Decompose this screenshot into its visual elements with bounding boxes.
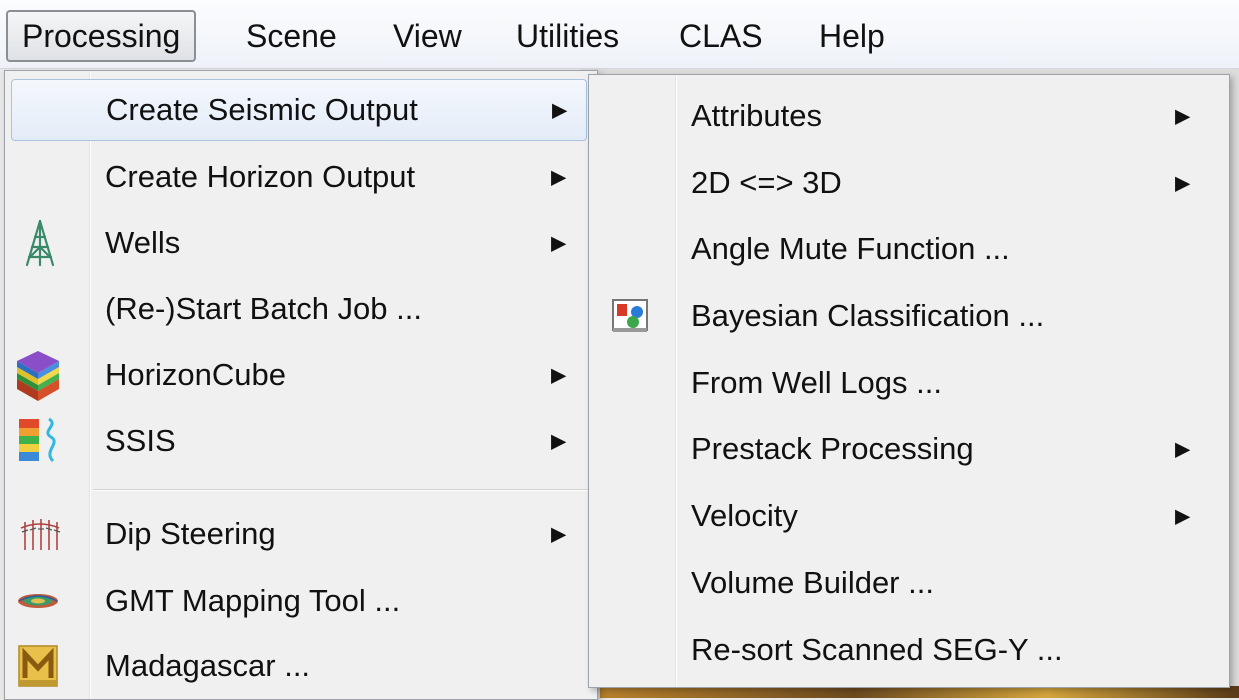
menu-item-gmt-mapping-tool[interactable]: GMT Mapping Tool ... [5,570,597,632]
menu-item-create-seismic-output[interactable]: Create Seismic Output ▶ [11,79,587,141]
menu-help[interactable]: Help [805,10,899,62]
submenu-arrow-icon: ▶ [1175,105,1191,128]
menu-separator [93,489,589,490]
submenu-item-bayesian-classification[interactable]: Bayesian Classification ... [589,285,1229,347]
submenu-arrow-icon: ▶ [551,232,567,255]
menu-item-label: Create Horizon Output [105,159,416,194]
submenu-item-from-well-logs[interactable]: From Well Logs ... [589,352,1229,414]
submenu-item-2d-3d[interactable]: 2D <=> 3D ▶ [589,152,1229,214]
menu-item-label: From Well Logs ... [691,365,942,400]
menu-item-label: Angle Mute Function ... [691,231,1010,266]
menu-item-label: 2D <=> 3D [691,165,842,200]
menu-processing[interactable]: Processing [6,10,197,62]
gmt-icon [15,575,61,627]
submenu-arrow-icon: ▶ [552,99,568,122]
well-derrick-icon [17,217,63,269]
menu-item-label: Wells [105,225,181,260]
submenu-arrow-icon: ▶ [551,166,567,189]
menu-item-label: HorizonCube [105,357,286,392]
menu-item-horizoncube[interactable]: HorizonCube ▶ [5,344,597,406]
menu-item-create-horizon-output[interactable]: Create Horizon Output ▶ [5,146,597,208]
submenu-arrow-icon: ▶ [551,430,567,453]
menu-item-label: Madagascar ... [105,648,311,683]
submenu-arrow-icon: ▶ [1175,505,1191,528]
submenu-arrow-icon: ▶ [551,364,567,387]
menu-item-label: Velocity [691,498,798,533]
submenu-item-angle-mute-function[interactable]: Angle Mute Function ... [589,218,1229,280]
menu-clas[interactable]: CLAS [665,10,777,62]
submenu-item-resort-scanned-segy[interactable]: Re-sort Scanned SEG-Y ... [589,619,1229,681]
submenu-arrow-icon: ▶ [1175,172,1191,195]
menu-item-label: Dip Steering [105,516,276,551]
submenu-arrow-icon: ▶ [1175,438,1191,461]
menu-item-wells[interactable]: Wells ▶ [5,212,597,274]
menu-item-restart-batch-job[interactable]: (Re-)Start Batch Job ... [5,278,597,340]
menu-item-madagascar[interactable]: Madagascar ... [5,635,597,697]
menu-view[interactable]: View [379,10,476,62]
submenu-item-prestack-processing[interactable]: Prestack Processing ▶ [589,418,1229,480]
submenu-arrow-icon: ▶ [551,523,567,546]
dip-steering-icon [17,508,63,560]
menu-utilities[interactable]: Utilities [502,10,633,62]
menu-item-label: Volume Builder ... [691,565,934,600]
submenu-item-velocity[interactable]: Velocity ▶ [589,485,1229,547]
submenu-item-attributes[interactable]: Attributes ▶ [589,85,1229,147]
menu-item-label: SSIS [105,423,176,458]
menu-item-label: (Re-)Start Batch Job ... [105,291,422,326]
madagascar-icon [15,640,61,692]
menu-item-label: GMT Mapping Tool ... [105,583,401,618]
menu-item-label: Bayesian Classification ... [691,298,1045,333]
processing-menu: Create Seismic Output ▶ Create Horizon O… [4,70,598,700]
menu-scene[interactable]: Scene [232,10,351,62]
ssis-icon [15,415,61,467]
menu-item-ssis[interactable]: SSIS ▶ [5,410,597,472]
menu-item-label: Re-sort Scanned SEG-Y ... [691,632,1063,667]
menu-bar: Processing Scene View Utilities CLAS Hel… [0,0,1239,69]
horizoncube-icon [13,349,59,401]
bayesian-classification-icon [607,290,653,342]
menu-item-label: Prestack Processing [691,431,974,466]
menu-item-label: Create Seismic Output [106,92,418,127]
menu-item-label: Attributes [691,98,822,133]
seismic-output-submenu: Attributes ▶ 2D <=> 3D ▶ Angle Mute Func… [588,74,1230,688]
menu-item-dip-steering[interactable]: Dip Steering ▶ [5,503,597,565]
submenu-item-volume-builder[interactable]: Volume Builder ... [589,552,1229,614]
